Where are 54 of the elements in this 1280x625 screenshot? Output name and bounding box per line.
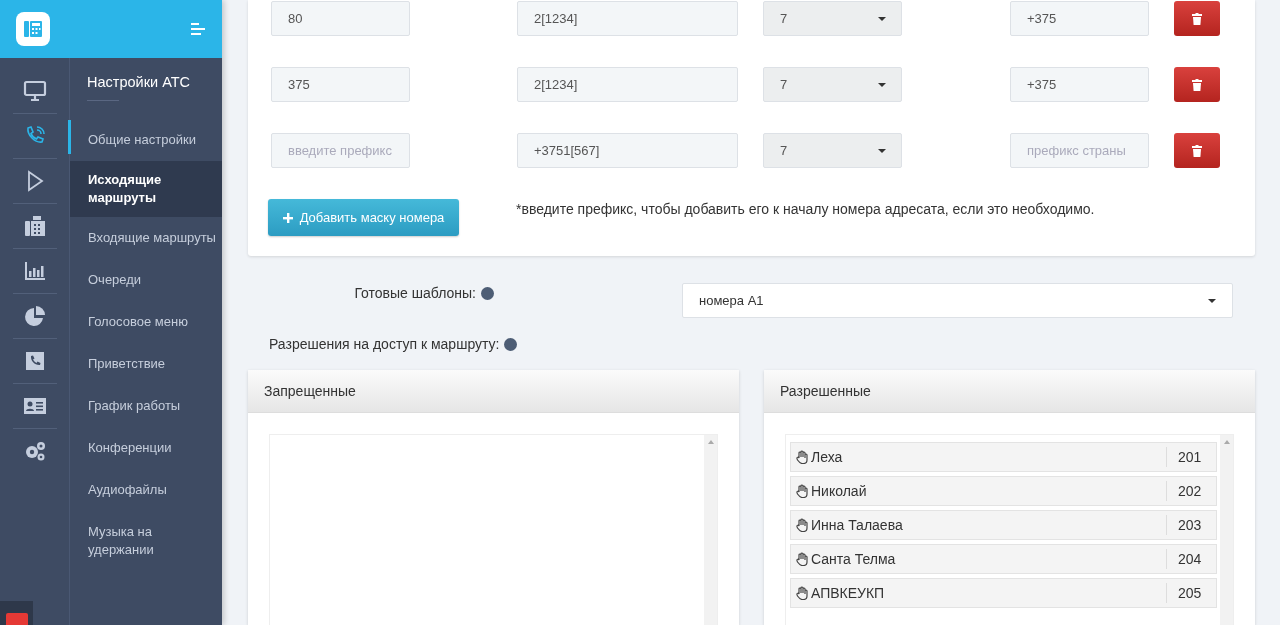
menu-item[interactable]: Голосовое меню — [70, 301, 222, 343]
user-item[interactable]: Николай 202 — [790, 476, 1217, 506]
digits-dropdown[interactable]: 7 — [763, 1, 902, 36]
delete-button[interactable] — [1174, 1, 1220, 36]
help-icon[interactable] — [504, 337, 518, 351]
hint-text: *введите префикс, чтобы добавить его к началу номера адресата, если это необходимо. — [516, 201, 1095, 217]
user-item[interactable]: Инна Талаева 203 — [790, 510, 1217, 540]
prefix-field[interactable]: введите префикс — [271, 133, 410, 168]
templates-label: Готовые шаблоны: — [354, 285, 476, 301]
bar-chart-icon[interactable] — [22, 259, 47, 283]
hand-icon — [796, 484, 808, 498]
user-item[interactable]: Леха 201 — [790, 442, 1217, 472]
hand-icon — [796, 586, 808, 600]
permissions-label: Разрешения на доступ к маршруту: — [269, 336, 500, 352]
panel-header: Разрешенные — [764, 370, 1255, 413]
fax-icon[interactable] — [22, 214, 47, 238]
trash-icon — [1192, 78, 1202, 91]
mask-field[interactable]: 2[1234] — [517, 1, 738, 36]
prefix-field[interactable]: 80 — [271, 1, 410, 36]
country-code-field[interactable]: префикс страны — [1010, 133, 1149, 168]
delete-button[interactable] — [1174, 133, 1220, 168]
hand-icon — [796, 518, 808, 532]
menu-item[interactable]: Очереди — [70, 259, 222, 301]
digits-dropdown[interactable]: 7 — [763, 67, 902, 102]
country-code-field[interactable]: +375 — [1010, 1, 1149, 36]
user-item[interactable]: Санта Телма 204 — [790, 544, 1217, 574]
help-icon[interactable] — [481, 286, 494, 300]
menu-item[interactable]: Музыка на удержании — [70, 511, 222, 571]
menu-item[interactable]: Общие настройки — [70, 119, 222, 161]
delete-button[interactable] — [1174, 67, 1220, 102]
chat-widget[interactable] — [0, 601, 33, 625]
monitor-icon[interactable] — [22, 79, 47, 103]
mask-field[interactable]: 2[1234] — [517, 67, 738, 102]
trash-icon — [1192, 144, 1202, 157]
menu-item[interactable]: Аудиофайлы — [70, 469, 222, 511]
prefix-field[interactable]: 375 — [271, 67, 410, 102]
menu-item[interactable]: Конференции — [70, 427, 222, 469]
logo-icon — [16, 12, 50, 46]
pie-chart-icon[interactable] — [22, 304, 47, 328]
menu-item[interactable]: Приветствие — [70, 343, 222, 385]
menu-item[interactable]: Входящие маршруты — [70, 217, 222, 259]
mask-field[interactable]: +3751[567] — [517, 133, 738, 168]
hand-icon — [796, 552, 808, 566]
digits-dropdown[interactable]: 7 — [763, 133, 902, 168]
templates-dropdown[interactable]: номера А1 — [682, 283, 1233, 318]
trash-icon — [1192, 12, 1202, 25]
plus-icon — [282, 212, 293, 223]
hand-icon — [796, 450, 808, 464]
country-code-field[interactable]: +375 — [1010, 67, 1149, 102]
panel-header: Запрещенные — [248, 370, 739, 413]
menu-item[interactable]: Исходящие маршруты — [70, 161, 222, 217]
section-title: Настройки АТС — [86, 73, 191, 92]
user-item[interactable]: АПВКЕУКП 205 — [790, 578, 1217, 608]
menu-item[interactable]: График работы — [70, 385, 222, 427]
